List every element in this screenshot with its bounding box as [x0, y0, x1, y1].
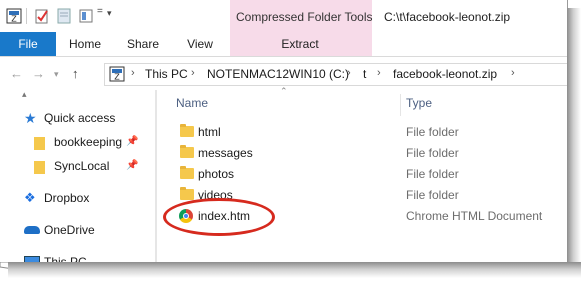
- scroll-up-icon[interactable]: ▴: [22, 89, 36, 100]
- sort-up-icon: ⌃: [280, 86, 288, 96]
- list-item[interactable]: html File folder: [160, 122, 567, 143]
- list-item[interactable]: messages File folder: [160, 143, 567, 164]
- folder-icon: [180, 124, 194, 137]
- tab-extract[interactable]: Extract: [270, 32, 330, 56]
- nav-item-label: Dropbox: [44, 191, 90, 205]
- file-type: Chrome HTML Document: [406, 209, 543, 223]
- file-name: messages: [198, 146, 253, 160]
- properties-pane-icon[interactable]: [78, 8, 94, 24]
- folder-icon: [180, 145, 194, 158]
- file-type: File folder: [406, 188, 459, 202]
- svg-text:Z: Z: [114, 73, 120, 82]
- forward-icon[interactable]: →: [32, 66, 45, 81]
- breadcrumb-this-pc[interactable]: This PC: [145, 67, 188, 81]
- nav-item-label: OneDrive: [44, 223, 95, 237]
- pin-icon[interactable]: 📌: [126, 156, 138, 176]
- file-type: File folder: [406, 125, 459, 139]
- breadcrumb-separator-icon[interactable]: ›: [131, 67, 135, 79]
- pin-icon[interactable]: 📌: [126, 132, 138, 152]
- file-list: ⌃ Name Type html File folder messages Fi…: [160, 86, 567, 262]
- breadcrumb-separator-icon[interactable]: ›: [191, 67, 195, 79]
- file-type: File folder: [406, 167, 459, 181]
- properties-icon[interactable]: [34, 8, 50, 24]
- folder-icon: [34, 137, 45, 150]
- breadcrumb-zip[interactable]: facebook-leonot.zip: [393, 67, 497, 81]
- recent-locations-icon[interactable]: ▾: [54, 69, 59, 80]
- breadcrumb-separator-icon[interactable]: ›: [347, 67, 351, 79]
- highlight-ellipse: [163, 198, 275, 236]
- ribbon-tabs: File Home Share View Extract: [0, 32, 567, 56]
- tab-share[interactable]: Share: [118, 32, 168, 56]
- nav-item-label: Quick access: [44, 111, 116, 125]
- nav-scrollbar[interactable]: [155, 90, 157, 262]
- zip-folder-icon: Z: [109, 66, 125, 82]
- new-folder-icon[interactable]: [56, 8, 72, 24]
- column-header-name[interactable]: Name: [176, 96, 208, 110]
- dropbox-icon: ❖: [24, 190, 36, 205]
- context-tab-group-title: Compressed Folder Tools: [236, 10, 373, 24]
- back-icon[interactable]: ←: [10, 66, 23, 81]
- window-shadow-right: [567, 8, 581, 270]
- svg-text:Z: Z: [11, 15, 17, 24]
- folder-icon: [34, 161, 45, 174]
- star-icon: ★: [24, 110, 37, 126]
- tab-view[interactable]: View: [175, 32, 225, 56]
- window-shadow-bottom: [8, 262, 581, 278]
- nav-item-label: SyncLocal: [54, 159, 110, 173]
- breadcrumb-separator-icon[interactable]: ›: [511, 67, 515, 79]
- tab-home[interactable]: Home: [60, 32, 110, 56]
- file-type: File folder: [406, 146, 459, 160]
- save-icon[interactable]: Z: [6, 8, 22, 24]
- customize-qa-icon[interactable]: =: [97, 6, 103, 17]
- nav-item-label: bookkeeping: [54, 135, 123, 149]
- tab-file[interactable]: File: [0, 32, 56, 56]
- folder-icon: [180, 166, 194, 179]
- column-divider[interactable]: [400, 94, 401, 116]
- up-icon[interactable]: ↑: [72, 66, 79, 81]
- explorer-window: Z = ▾ Compressed Folder Tools C:\t\faceb…: [0, 0, 568, 263]
- file-name: html: [198, 125, 221, 139]
- column-header-type[interactable]: Type: [406, 96, 432, 110]
- breadcrumb-t[interactable]: t: [363, 67, 366, 81]
- breadcrumb-separator-icon[interactable]: ›: [377, 67, 381, 79]
- window-title: C:\t\facebook-leonot.zip: [384, 10, 511, 24]
- breadcrumb-drive[interactable]: NOTENMAC12WIN10 (C:): [207, 67, 349, 81]
- address-bar[interactable]: Z › This PC › NOTENMAC12WIN10 (C:) › t ›…: [104, 63, 567, 86]
- folder-icon: [180, 187, 194, 200]
- navigation-pane: ▴ ★ Quick access bookkeeping 📌 SyncLocal…: [0, 89, 155, 262]
- onedrive-icon: [24, 226, 40, 234]
- chevron-down-icon[interactable]: ▾: [107, 8, 112, 19]
- list-item[interactable]: photos File folder: [160, 164, 567, 185]
- qa-divider: [26, 8, 27, 24]
- file-name: photos: [198, 167, 235, 181]
